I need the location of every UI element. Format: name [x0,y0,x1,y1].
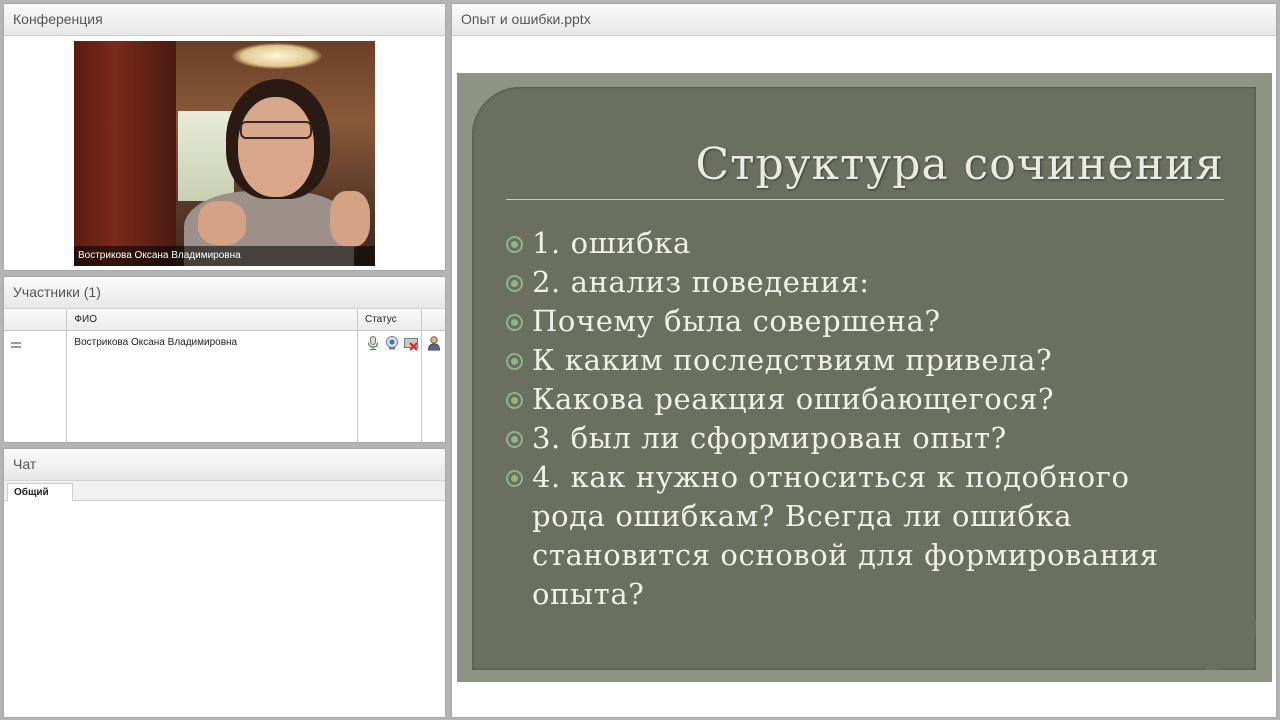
slide-bullet: Какова реакция ошибающегося? [506,380,1206,419]
video-person-right-hand [330,191,370,247]
microphone-icon[interactable] [365,335,381,351]
bullet-icon [506,314,523,331]
video-person-glasses [240,121,312,139]
chat-title: Чат [4,449,445,481]
bullet-icon [506,392,523,409]
slide-bullet: К каким последствиям привела? [506,341,1206,380]
column-header-handle[interactable] [4,309,68,331]
participant-status-cell [357,330,423,442]
video-person-left-hand [198,201,246,245]
presentation-title: Опыт и ошибки.pptx [452,4,1276,36]
table-row[interactable]: Вострикова Оксана Владимировна [4,330,446,442]
slide-bullet: 4. как нужно относиться к подобного рода… [506,458,1206,614]
conference-panel: Конференция Вострикова Оксана Владимиров… [3,3,446,271]
bullet-icon [506,236,523,253]
slide-bullet: 2. анализ поведения: [506,263,1206,302]
chat-messages-area[interactable] [4,502,445,717]
video-person-face [238,97,314,197]
bullet-icon [506,470,523,487]
tab-general[interactable]: Общий [7,483,73,501]
user-icon[interactable] [426,335,442,351]
slide-frame[interactable]: Структура сочинения 1. ошибка 2. анализ … [457,73,1272,682]
slide-bullet: Почему была совершена? [506,302,1206,341]
video-background-chandelier [232,43,322,69]
chat-tabs: Общий [4,481,445,501]
video-caption: Вострикова Оксана Владимировна [74,246,375,266]
video-background-curtain [74,41,176,266]
bullet-icon [506,431,523,448]
column-header-name[interactable]: ФИО [66,309,358,331]
row-handle-cell[interactable] [4,330,68,442]
slide-divider [506,199,1224,200]
slide-heading: Структура сочинения [695,139,1224,190]
column-header-role[interactable] [421,309,445,331]
conference-title: Конференция [4,4,445,36]
chat-panel: Чат Общий [3,448,446,718]
participants-title: Участники (1) [4,277,445,309]
participant-name: Вострикова Оксана Владимировна [66,330,358,442]
slide-bullet-list: 1. ошибка 2. анализ поведения: Почему бы… [506,224,1206,614]
bullet-icon [506,353,523,370]
drag-handle-icon[interactable] [11,341,21,348]
presentation-panel: Опыт и ошибки.pptx Структура сочинения 1… [451,3,1277,718]
webcam-icon[interactable] [384,335,400,351]
column-header-status[interactable]: Статус [357,309,423,331]
participants-table: ФИО Статус Вострикова Оксана Владимировн… [4,309,446,442]
slide-content: Структура сочинения 1. ошибка 2. анализ … [472,87,1256,670]
bullet-icon [506,275,523,292]
slide-bullet: 1. ошибка [506,224,1206,263]
participants-panel: Участники (1) ФИО Статус Вострикова Окса… [3,276,446,443]
camera-off-icon[interactable] [403,335,419,351]
participant-role-cell [422,330,446,442]
video-feed[interactable]: Вострикова Оксана Владимировна [74,41,375,266]
slide-bullet: 3. был ли сформирован опыт? [506,419,1206,458]
